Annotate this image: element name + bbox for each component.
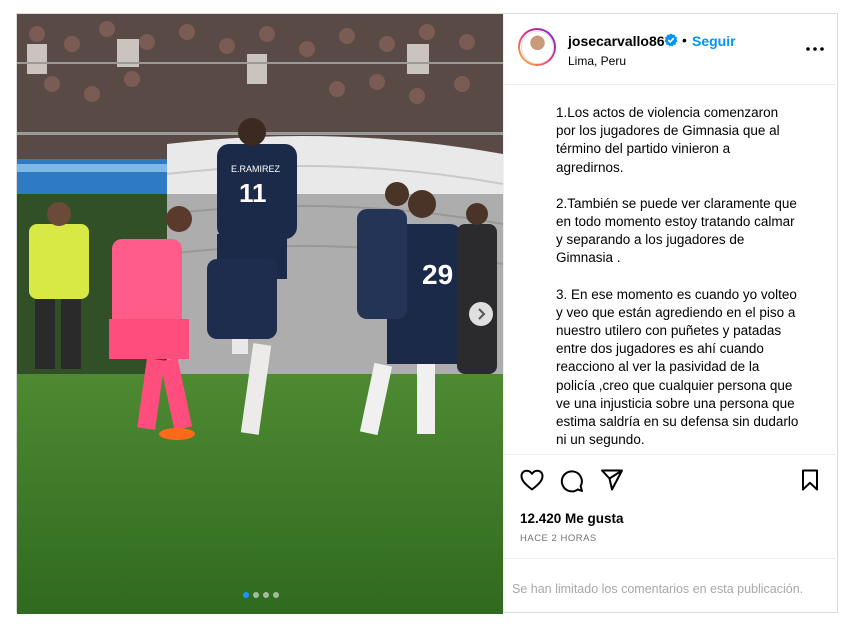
- jersey-name: E.RAMIREZ: [231, 164, 281, 174]
- separator-dot: •: [682, 32, 687, 48]
- carousel-next-button[interactable]: [469, 302, 493, 326]
- carousel-indicator: [243, 592, 279, 598]
- carousel-dot: [253, 592, 259, 598]
- carousel-dot: [243, 592, 249, 598]
- football-scene-image: E.RAMIREZ 11 29: [17, 14, 503, 614]
- post-actions: 12.420 Me gusta HACE 2 HORAS: [504, 454, 838, 545]
- comments-limited-text: Se han limitado los comentarios en esta …: [512, 582, 804, 596]
- caption-paragraph-1: 1.Los actos de violencia comenzaron por …: [556, 105, 780, 175]
- bookmark-icon[interactable]: [800, 469, 820, 496]
- heart-icon[interactable]: [520, 469, 544, 496]
- post-sidebar: josecarvallo86 • Seguir Lima, Peru 1.Los…: [503, 14, 838, 612]
- instagram-post: E.RAMIREZ 11 29 josecarvallo86 • Seguir …: [16, 13, 838, 614]
- carousel-dot: [263, 592, 269, 598]
- avatar-image: [520, 30, 554, 64]
- post-header: josecarvallo86 • Seguir Lima, Peru: [504, 14, 838, 85]
- location-link[interactable]: Lima, Peru: [568, 54, 626, 68]
- verified-icon: [664, 33, 678, 52]
- more-options-icon[interactable]: [806, 38, 824, 56]
- post-timestamp[interactable]: HACE 2 HORAS: [520, 533, 597, 544]
- username-link[interactable]: josecarvallo86: [568, 33, 665, 49]
- comment-icon[interactable]: [560, 469, 584, 498]
- post-caption: 1.Los actos de violencia comenzaron por …: [556, 104, 800, 467]
- avatar[interactable]: [518, 28, 556, 66]
- carousel-dot: [273, 592, 279, 598]
- share-icon[interactable]: [600, 469, 624, 496]
- chevron-right-icon: [478, 308, 486, 320]
- caption-paragraph-3: 3. En ese momento es cuando yo volteo y …: [556, 286, 799, 448]
- likes-count[interactable]: 12.420 Me gusta: [520, 511, 624, 526]
- jersey-number-29: 29: [422, 259, 453, 290]
- jersey-number-11: 11: [239, 178, 267, 208]
- post-photo[interactable]: E.RAMIREZ 11 29: [17, 14, 503, 614]
- comments-limited-notice: Se han limitado los comentarios en esta …: [504, 558, 838, 613]
- caption-paragraph-2: 2.También se puede ver claramente que en…: [556, 195, 797, 266]
- follow-button[interactable]: Seguir: [692, 33, 736, 49]
